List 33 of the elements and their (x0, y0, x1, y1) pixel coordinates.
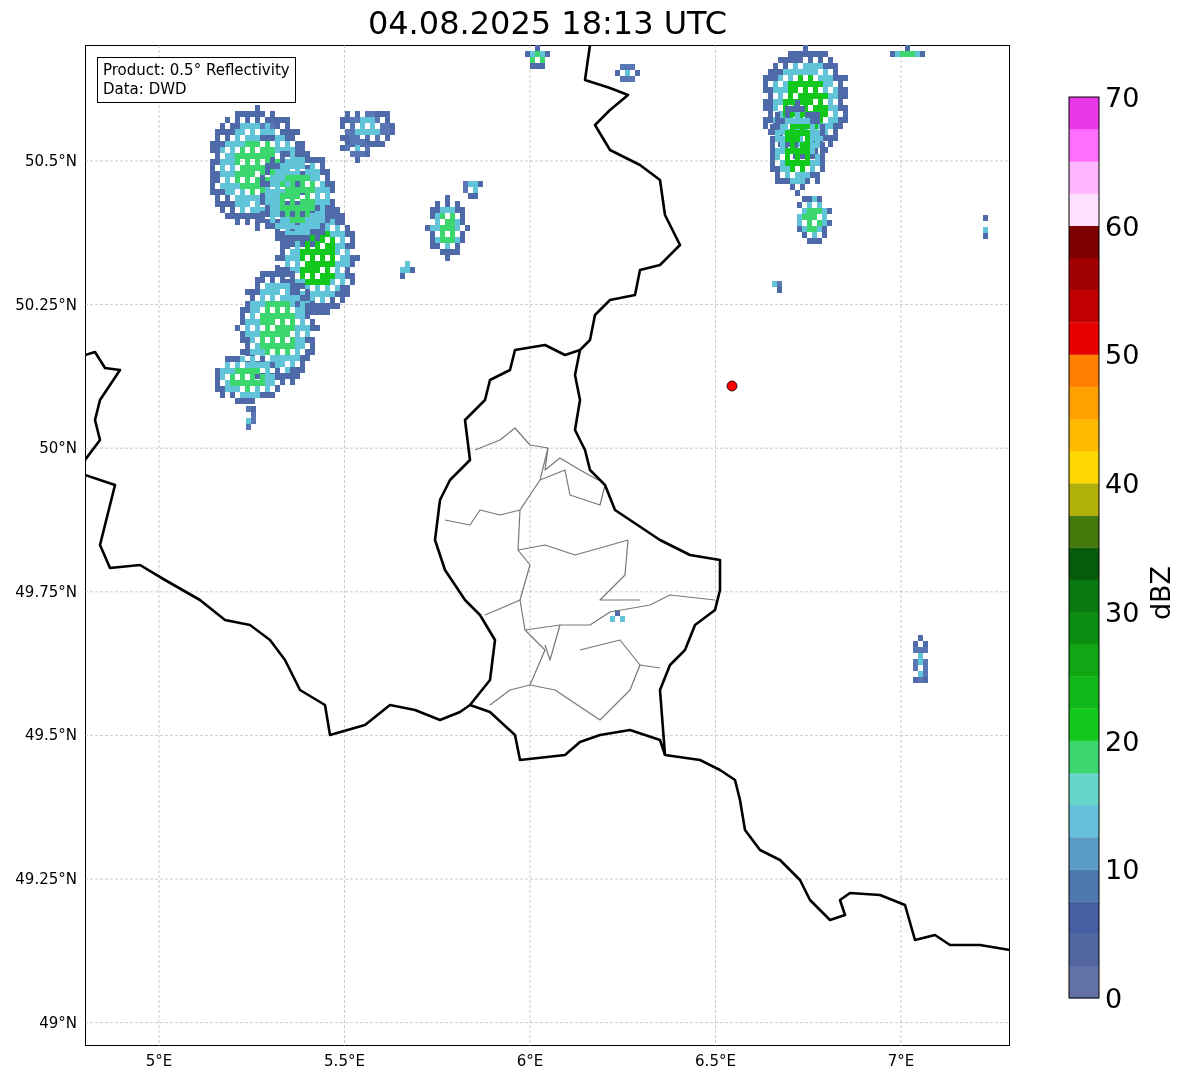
scale-label: 50 (1105, 338, 1140, 370)
scale-label: 70 (1105, 81, 1140, 113)
radar-echo (890, 45, 925, 57)
info-text: Data: DWD (103, 80, 188, 99)
axis-label: 7°E (887, 1052, 915, 1070)
scale-label: 40 (1105, 467, 1140, 499)
location-marker (726, 380, 738, 392)
axis-label: 49.75°N (15, 582, 77, 601)
axis-label: 49°N (39, 1013, 77, 1032)
axis-label: 5.5°E (324, 1052, 365, 1070)
radar-echo (615, 64, 640, 82)
radar-echo (610, 610, 625, 622)
axis-label: 50°N (39, 439, 77, 458)
axis-label: 49.25°N (15, 870, 77, 888)
radar-echo (400, 261, 415, 279)
axis-label: 5°E (145, 1052, 173, 1070)
scale-label: 0 (1105, 982, 1123, 1014)
scale-label: 30 (1105, 596, 1140, 628)
axis-label: 50.5°N (24, 152, 77, 170)
axis-label: 49.5°N (24, 726, 77, 745)
scale-title: dBZ (1144, 565, 1176, 621)
radar-echo (913, 635, 928, 683)
radar-echo (983, 215, 988, 239)
axis-label: 6°E (516, 1052, 544, 1070)
scale-label: 10 (1105, 853, 1140, 885)
scale-label: 60 (1105, 210, 1140, 242)
axis-label: 6.5°E (695, 1052, 736, 1070)
scale-label: 20 (1105, 725, 1140, 757)
radar-echo (525, 45, 550, 69)
radar-echo (772, 281, 782, 293)
info-text: Product: 0.5° Reflectivity (103, 61, 290, 80)
chart-title: 04.08.2025 18:13 UTC (367, 3, 728, 42)
axis-label: 50.25°N (15, 295, 77, 314)
